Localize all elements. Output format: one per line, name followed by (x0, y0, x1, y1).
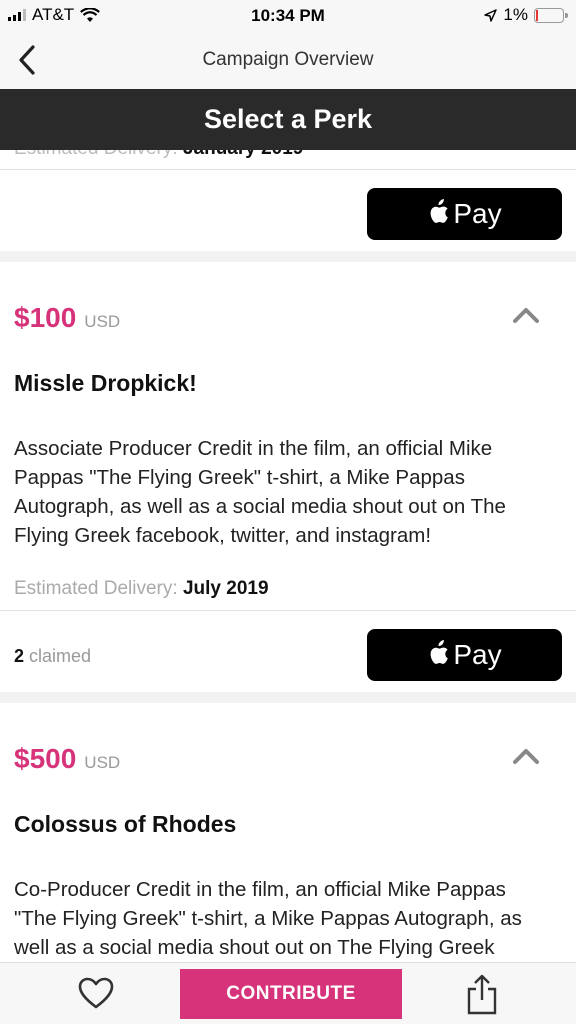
status-right: 1% (484, 5, 568, 25)
perk-description: Associate Producer Credit in the film, a… (14, 437, 506, 547)
price-row: $100 USD (14, 302, 120, 334)
contribute-button[interactable]: CONTRIBUTE (180, 969, 402, 1019)
collapse-button[interactable] (512, 306, 540, 329)
perk-title: Colossus of Rhodes (14, 811, 237, 837)
partial-perk-footer: Pay (0, 169, 576, 251)
bottom-action-bar: CONTRIBUTE (0, 962, 576, 1024)
nav-bar: Campaign Overview (0, 32, 576, 89)
battery-percent: 1% (503, 5, 528, 24)
apple-logo-icon (430, 640, 449, 664)
perk-card[interactable]: $500 USD Colossus of Rhodes Co-Producer … (0, 703, 576, 962)
heart-icon (78, 977, 114, 1009)
share-icon (467, 974, 497, 1015)
favorite-button[interactable] (76, 975, 116, 1015)
battery-icon (534, 7, 568, 23)
perk-price: $500 (14, 743, 77, 774)
claimed-count: 2 claimed (14, 646, 92, 666)
page-header: Select a Perk (0, 89, 576, 150)
chevron-up-icon (513, 749, 539, 764)
perk-currency: USD (84, 753, 121, 772)
perk-list[interactable]: Estimated Delivery: January 2019 Pay $10… (0, 150, 576, 962)
share-button[interactable] (464, 973, 500, 1017)
partial-perk-card: Estimated Delivery: January 2019 (0, 150, 576, 169)
page-title: Select a Perk (203, 104, 373, 134)
perk-price: $100 (14, 302, 77, 333)
perk-title: Missle Dropkick! (14, 370, 197, 396)
chevron-up-icon (513, 308, 539, 323)
perk-currency: USD (84, 312, 121, 331)
price-row: $500 USD (14, 743, 120, 775)
apple-pay-button[interactable]: Pay (367, 188, 562, 240)
apple-pay-label: Pay (453, 639, 502, 670)
apple-logo-icon (430, 199, 449, 223)
apple-pay-label: Pay (453, 198, 502, 229)
nav-title: Campaign Overview (202, 49, 374, 70)
status-bar: AT&T 10:34 PM 1% (0, 0, 576, 32)
collapse-button[interactable] (512, 747, 540, 770)
perk-footer: 2 claimed Pay (0, 610, 576, 692)
partial-delivery: Estimated Delivery: January 2019 (14, 150, 303, 160)
perk-description: Co-Producer Credit in the film, an offic… (14, 878, 522, 959)
perk-card[interactable]: $100 USD Missle Dropkick! Associate Prod… (0, 262, 576, 610)
location-arrow-icon (484, 8, 498, 22)
perk-delivery: Estimated Delivery: July 2019 (14, 578, 269, 599)
apple-pay-button[interactable]: Pay (367, 629, 562, 681)
